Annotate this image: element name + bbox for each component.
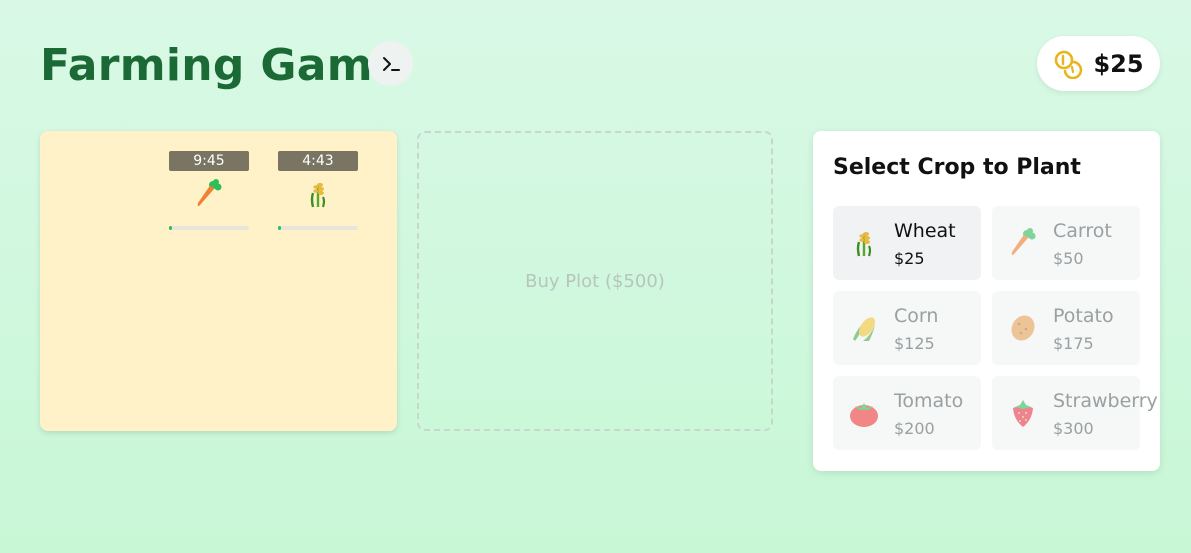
crop-option-carrot[interactable]: Carrot $50 xyxy=(992,206,1140,280)
potato-icon xyxy=(1011,315,1035,341)
panel-title: Select Crop to Plant xyxy=(833,155,1081,180)
buy-plot-button[interactable]: Buy Plot ($500) xyxy=(417,131,773,431)
carrot-icon xyxy=(197,179,222,207)
carrot-icon xyxy=(1011,228,1036,256)
page-title: Farming Game xyxy=(40,40,404,91)
crop-option-tomato[interactable]: Tomato $200 xyxy=(833,376,981,450)
plot-cell-wheat[interactable]: 4:43 xyxy=(278,151,358,233)
crop-name: Corn xyxy=(894,305,939,327)
strawberry-icon xyxy=(1013,400,1033,427)
crop-option-wheat[interactable]: Wheat $25 xyxy=(833,206,981,280)
growth-timer: 9:45 xyxy=(169,151,249,171)
crop-name: Wheat xyxy=(894,220,956,242)
coins-icon xyxy=(1055,50,1083,79)
crop-option-strawberry[interactable]: Strawberry $300 xyxy=(992,376,1158,450)
corn-icon xyxy=(853,317,875,341)
crop-name: Strawberry xyxy=(1053,390,1158,412)
money-display: $25 xyxy=(1037,36,1160,91)
crop-price: $200 xyxy=(894,419,935,438)
growth-progress xyxy=(278,226,358,230)
crop-option-potato[interactable]: Potato $175 xyxy=(992,291,1140,365)
crop-price: $50 xyxy=(1053,249,1084,268)
crop-name: Carrot xyxy=(1053,220,1112,242)
crop-selector-panel: Select Crop to Plant Wheat $25 Carrot $5… xyxy=(813,131,1160,471)
crop-price: $300 xyxy=(1053,419,1094,438)
farm-plot: 9:45 4:43 xyxy=(40,131,397,431)
wheat-icon xyxy=(856,232,872,257)
tomato-icon xyxy=(850,403,878,427)
crop-price: $25 xyxy=(894,249,925,268)
wheat-icon xyxy=(310,183,326,208)
crop-price: $175 xyxy=(1053,334,1094,353)
growth-timer: 4:43 xyxy=(278,151,358,171)
crop-price: $125 xyxy=(894,334,935,353)
money-amount: $25 xyxy=(1093,49,1144,78)
terminal-icon xyxy=(382,56,400,71)
crop-name: Potato xyxy=(1053,305,1114,327)
crop-option-corn[interactable]: Corn $125 xyxy=(833,291,981,365)
console-button[interactable] xyxy=(368,41,413,86)
plot-cell-carrot[interactable]: 9:45 xyxy=(169,151,249,233)
growth-progress xyxy=(169,226,249,230)
crop-name: Tomato xyxy=(894,390,964,412)
